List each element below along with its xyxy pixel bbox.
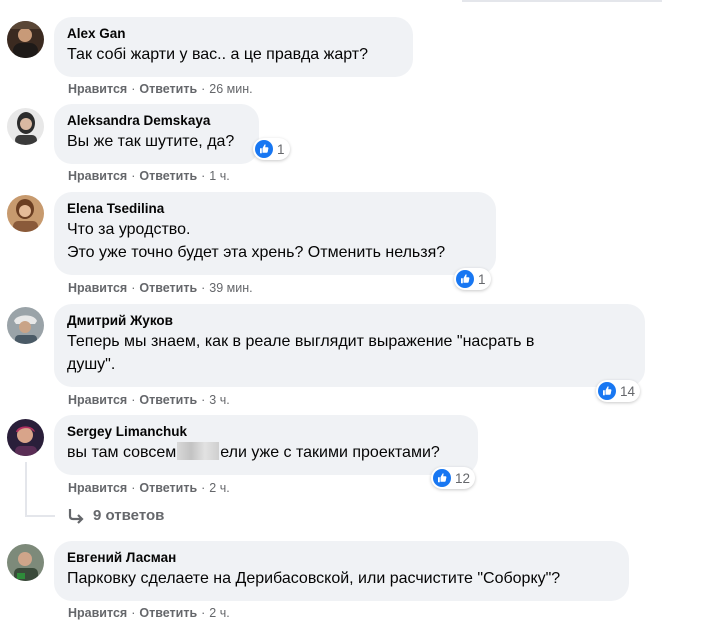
comment-actions: Нравится · Ответить · 1 ч. [68, 169, 230, 183]
like-link[interactable]: Нравится [68, 481, 127, 495]
comment-author[interactable]: Elena Tsedilina [67, 200, 483, 218]
comment-text-line-2: Это уже точно будет эта хрень? Отменить … [67, 244, 446, 261]
comment-text-end: ели уже с такими проектами? [220, 444, 440, 461]
dot-separator: · [201, 393, 206, 407]
censored-blur [177, 442, 220, 460]
reaction-count[interactable]: 14 [596, 380, 641, 402]
comment-bubble: Sergey Limanchuk вы там совсем ели уже с … [54, 415, 478, 475]
avatar[interactable] [7, 21, 44, 58]
comment-author[interactable]: Alex Gan [67, 25, 400, 43]
reply-link[interactable]: Ответить [139, 393, 197, 407]
reply-link[interactable]: Ответить [139, 169, 197, 183]
comment-time[interactable]: 3 ч. [209, 393, 229, 407]
reaction-count[interactable]: 1 [253, 138, 290, 160]
comment-bubble: Дмитрий Жуков Теперь мы знаем, как в реа… [54, 304, 645, 387]
avatar[interactable] [7, 544, 44, 581]
avatar[interactable] [7, 307, 44, 344]
comment-author[interactable]: Евгений Ласман [67, 549, 616, 567]
reaction-number: 14 [620, 383, 636, 399]
thread-line [25, 515, 55, 517]
comment-actions: Нравится · Ответить · 2 ч. [68, 606, 230, 620]
comment-text: Вы же так шутите, да? [67, 133, 235, 150]
reaction-number: 1 [277, 141, 285, 157]
dot-separator: · [201, 169, 206, 183]
dot-separator: · [201, 82, 206, 96]
reaction-count[interactable]: 12 [431, 467, 476, 489]
dot-separator: · [131, 82, 136, 96]
like-icon [456, 270, 474, 288]
dot-separator: · [131, 393, 136, 407]
comment-actions: Нравится · Ответить · 2 ч. [68, 481, 230, 495]
reply-link[interactable]: Ответить [139, 606, 197, 620]
view-replies-button[interactable]: 9 ответов [67, 507, 164, 524]
dot-separator: · [201, 281, 206, 295]
comment-text-start: вы там совсем [67, 444, 177, 461]
comment-time[interactable]: 39 мин. [209, 281, 252, 295]
dot-separator: · [131, 169, 136, 183]
avatar[interactable] [7, 108, 44, 145]
comment-bubble: Alex Gan Так собі жарти у вас.. а це пра… [54, 17, 413, 77]
avatar[interactable] [7, 419, 44, 456]
like-link[interactable]: Нравится [68, 169, 127, 183]
like-icon [255, 140, 273, 158]
top-divider [462, 0, 662, 2]
comment-author[interactable]: Дмитрий Жуков [67, 312, 632, 330]
comment-actions: Нравится · Ответить · 26 мин. [68, 82, 253, 96]
comment-author[interactable]: Sergey Limanchuk [67, 423, 465, 441]
comment-text: Так собі жарти у вас.. а це правда жарт? [67, 46, 369, 63]
comment-text-line-1: Что за уродство. [67, 221, 191, 238]
reaction-number: 12 [455, 470, 471, 486]
comment-actions: Нравится · Ответить · 3 ч. [68, 393, 230, 407]
reaction-number: 1 [478, 271, 486, 287]
comment-bubble: Евгений Ласман Парковку сделаете на Дери… [54, 541, 629, 601]
comment-text: Парковку сделаете на Дерибасовской, или … [67, 570, 561, 587]
comment-time[interactable]: 2 ч. [209, 481, 229, 495]
comment-time[interactable]: 1 ч. [209, 169, 229, 183]
like-link[interactable]: Нравится [68, 393, 127, 407]
avatar[interactable] [7, 195, 44, 232]
dot-separator: · [201, 481, 206, 495]
dot-separator: · [201, 606, 206, 620]
comment-text-line-1: Теперь мы знаем, как в реале выглядит вы… [67, 333, 535, 350]
like-link[interactable]: Нравится [68, 281, 127, 295]
like-link[interactable]: Нравится [68, 82, 127, 96]
dot-separator: · [131, 281, 136, 295]
reply-arrow-icon [68, 508, 84, 524]
dot-separator: · [131, 481, 136, 495]
comment-time[interactable]: 2 ч. [209, 606, 229, 620]
thread-line [25, 462, 27, 517]
comment-actions: Нравится · Ответить · 39 мин. [68, 281, 253, 295]
comment-time[interactable]: 26 мин. [209, 82, 252, 96]
reaction-count[interactable]: 1 [454, 268, 491, 290]
replies-count: 9 ответов [93, 507, 165, 524]
comment-bubble: Aleksandra Demskaya Вы же так шутите, да… [54, 104, 259, 164]
like-link[interactable]: Нравится [68, 606, 127, 620]
reply-link[interactable]: Ответить [139, 481, 197, 495]
comment-text-line-2: душу". [67, 356, 116, 373]
dot-separator: · [131, 606, 136, 620]
reply-link[interactable]: Ответить [139, 82, 197, 96]
comment-author[interactable]: Aleksandra Demskaya [67, 112, 246, 130]
comment-bubble: Elena Tsedilina Что за уродство. Это уже… [54, 192, 496, 275]
reply-link[interactable]: Ответить [139, 281, 197, 295]
comment-text: вы там совсем ели уже с такими проектами? [67, 441, 465, 464]
like-icon [598, 382, 616, 400]
like-icon [433, 469, 451, 487]
